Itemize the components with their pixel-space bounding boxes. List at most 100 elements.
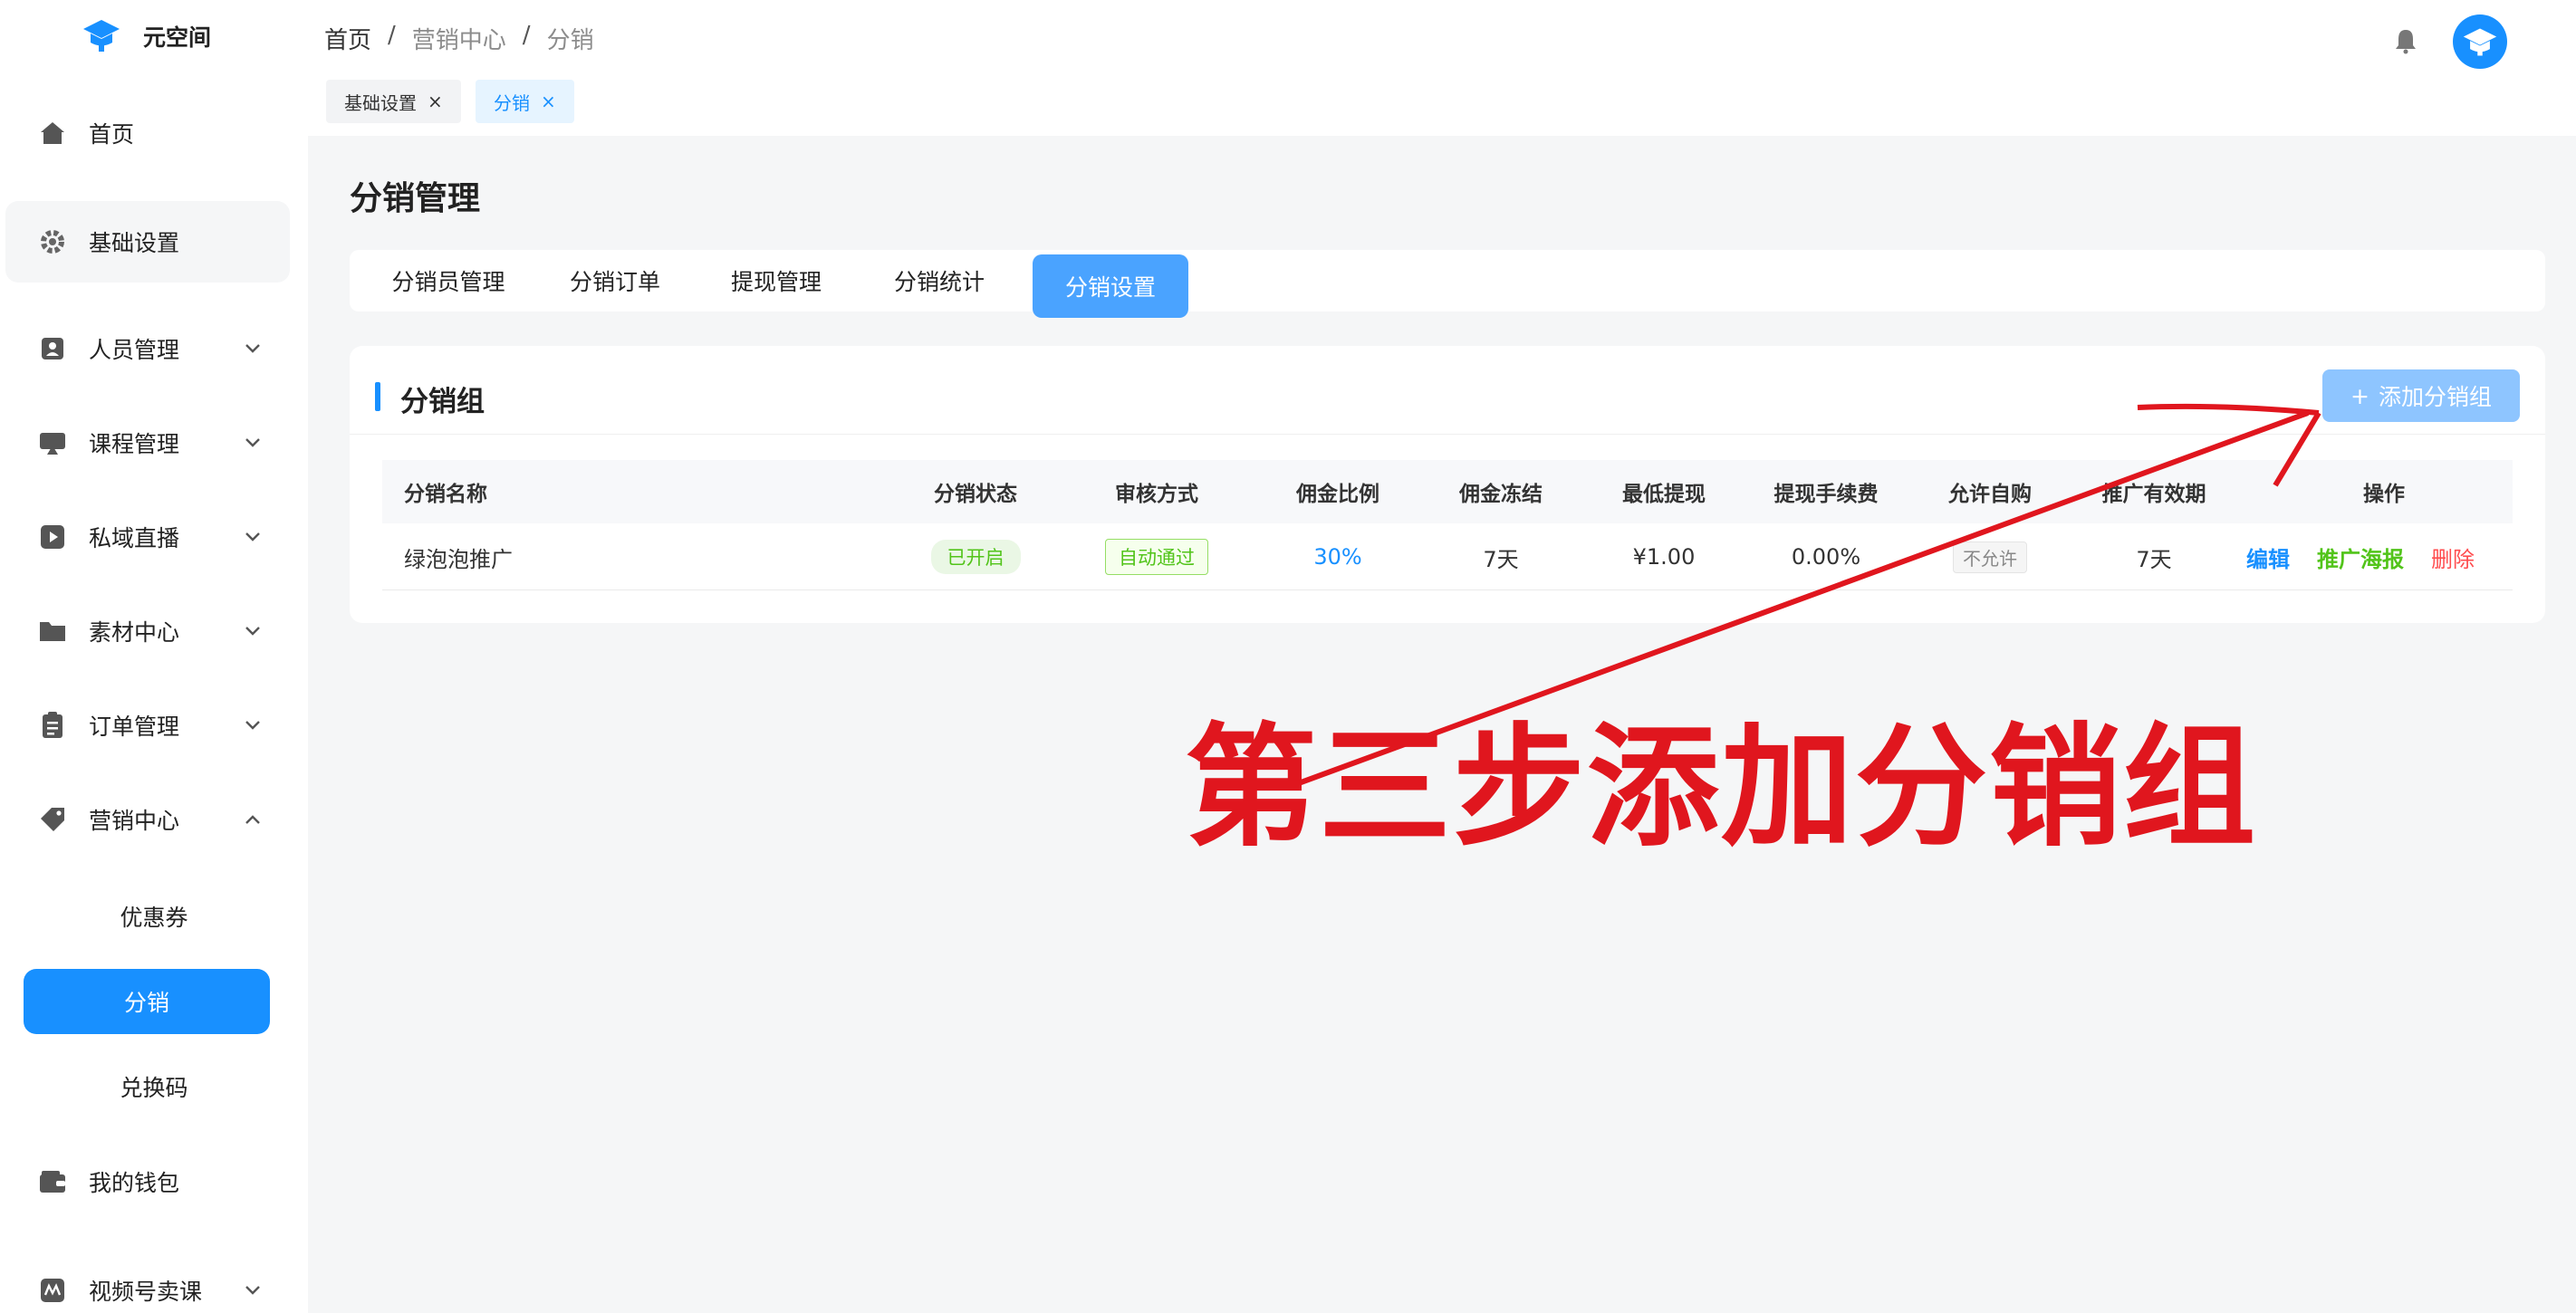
annotation-text: 第三步添加分销组 bbox=[1185, 711, 2257, 865]
sidebar-subitem-distribution[interactable]: 分销 bbox=[24, 969, 270, 1034]
cell-min-withdraw: ¥1.00 bbox=[1632, 544, 1696, 570]
chevron-down-icon bbox=[243, 621, 263, 641]
sidebar-item-label: 视频号卖课 bbox=[89, 1279, 203, 1305]
avatar[interactable] bbox=[2453, 14, 2507, 69]
wallet-icon bbox=[36, 1165, 69, 1198]
table-row: 绿泡泡推广 已开启 自动通过 30% 7天 ¥1.00 0.00% 不允许 7天… bbox=[382, 523, 2513, 590]
title-accent-bar bbox=[375, 382, 380, 411]
col-fee: 提现手续费 bbox=[1773, 483, 1879, 506]
cell-commission: 30% bbox=[1313, 544, 1362, 570]
gear-icon bbox=[36, 225, 69, 258]
clipboard-icon bbox=[36, 709, 69, 742]
sidebar: 元空间 首页 基础设置 人员管理 课程管理 私域直播 素材中心 订单管理 营销中… bbox=[0, 0, 308, 1313]
tab-tag-basic-settings[interactable]: 基础设置 × bbox=[326, 80, 461, 123]
person-icon bbox=[36, 332, 69, 365]
col-commission: 佣金比例 bbox=[1296, 483, 1379, 506]
sidebar-item-label: 基础设置 bbox=[89, 230, 180, 256]
page-title: 分销管理 bbox=[350, 180, 481, 217]
breadcrumb-current: 分销 bbox=[546, 27, 594, 54]
tag-label: 分销 bbox=[494, 91, 530, 114]
sidebar-item-label: 课程管理 bbox=[89, 431, 180, 457]
course-icon bbox=[36, 426, 69, 459]
sidebar-subitem-coupon[interactable]: 优惠券 bbox=[0, 884, 308, 949]
tag-label: 基础设置 bbox=[344, 91, 417, 114]
close-icon[interactable]: × bbox=[541, 91, 556, 112]
tab-distributors[interactable]: 分销员管理 bbox=[373, 250, 524, 311]
tab-withdrawals[interactable]: 提现管理 bbox=[717, 250, 835, 311]
tab-tag-distribution[interactable]: 分销 × bbox=[476, 80, 574, 123]
sidebar-item-basic-settings[interactable]: 基础设置 bbox=[5, 201, 290, 283]
breadcrumb: 首页 / 营销中心 / 分销 bbox=[324, 22, 594, 55]
poster-link[interactable]: 推广海报 bbox=[2317, 541, 2404, 573]
app-logo[interactable]: 元空间 bbox=[82, 14, 211, 58]
sidebar-item-materials[interactable]: 素材中心 bbox=[0, 590, 308, 672]
add-group-button[interactable]: + 添加分销组 bbox=[2322, 369, 2520, 422]
sidebar-item-label: 素材中心 bbox=[89, 619, 180, 646]
sidebar-item-label: 私域直播 bbox=[89, 525, 180, 551]
chevron-down-icon bbox=[243, 1280, 263, 1300]
col-status: 分销状态 bbox=[934, 483, 1017, 506]
sidebar-item-marketing[interactable]: 营销中心 bbox=[0, 779, 308, 860]
cell-self-buy: 不允许 bbox=[1922, 523, 2058, 590]
col-actions: 操作 bbox=[2363, 483, 2405, 506]
panel-title: 分销组 bbox=[400, 386, 485, 418]
breadcrumb-separator: / bbox=[388, 22, 396, 49]
breadcrumb-home[interactable]: 首页 bbox=[324, 22, 371, 55]
sidebar-item-wallet[interactable]: 我的钱包 bbox=[0, 1141, 308, 1222]
sidebar-item-people[interactable]: 人员管理 bbox=[0, 308, 308, 389]
breadcrumb-separator: / bbox=[522, 22, 531, 49]
video-icon bbox=[36, 1274, 69, 1307]
add-group-label: 添加分销组 bbox=[2378, 384, 2492, 410]
chevron-down-icon bbox=[243, 433, 263, 453]
col-freeze: 佣金冻结 bbox=[1459, 483, 1543, 506]
delete-link[interactable]: 删除 bbox=[2431, 541, 2475, 573]
bell-icon[interactable] bbox=[2393, 27, 2418, 58]
cell-freeze: 7天 bbox=[1483, 546, 1519, 572]
tab-bar: 分销员管理 分销订单 提现管理 分销统计 分销设置 bbox=[350, 250, 2545, 318]
cell-status: 已开启 bbox=[908, 523, 1043, 590]
app-name: 元空间 bbox=[143, 24, 212, 51]
chevron-down-icon bbox=[243, 527, 263, 547]
close-icon[interactable]: × bbox=[428, 91, 443, 112]
table-header: 分销名称 分销状态 审核方式 佣金比例 佣金冻结 最低提现 提现手续费 允许自购… bbox=[382, 460, 2513, 523]
cell-validity: 7天 bbox=[2136, 546, 2172, 572]
cell-review: 自动通过 bbox=[1089, 523, 1225, 590]
breadcrumb-marketing[interactable]: 营销中心 bbox=[412, 22, 506, 55]
sidebar-item-orders[interactable]: 订单管理 bbox=[0, 685, 308, 766]
chevron-down-icon bbox=[243, 715, 263, 735]
home-icon bbox=[36, 117, 69, 149]
sidebar-item-label: 订单管理 bbox=[89, 714, 180, 740]
edit-link[interactable]: 编辑 bbox=[2246, 541, 2290, 573]
chevron-down-icon bbox=[243, 339, 263, 359]
cell-actions: 编辑 推广海报 删除 bbox=[2246, 523, 2475, 590]
chevron-up-icon bbox=[243, 810, 263, 829]
col-validity: 推广有效期 bbox=[2101, 483, 2206, 506]
tab-statistics[interactable]: 分销统计 bbox=[880, 250, 998, 311]
distribution-group-panel: 分销组 + 添加分销组 分销名称 分销状态 审核方式 佣金比例 佣金冻结 最低提… bbox=[350, 346, 2545, 623]
review-badge: 自动通过 bbox=[1105, 539, 1208, 575]
sidebar-item-live[interactable]: 私域直播 bbox=[0, 496, 308, 578]
sidebar-item-label: 营销中心 bbox=[89, 808, 180, 834]
plus-icon: + bbox=[2350, 382, 2369, 409]
sidebar-item-label: 首页 bbox=[89, 121, 135, 148]
cell-fee: 0.00% bbox=[1791, 544, 1861, 570]
col-review: 审核方式 bbox=[1115, 483, 1198, 506]
status-badge: 已开启 bbox=[930, 540, 1021, 574]
graduation-cap-icon bbox=[82, 14, 121, 58]
panel-header: 分销组 + 添加分销组 bbox=[350, 346, 2545, 435]
sidebar-subitem-redeem-code[interactable]: 兑换码 bbox=[0, 1054, 308, 1119]
sidebar-item-label: 我的钱包 bbox=[89, 1170, 180, 1196]
play-icon bbox=[36, 521, 69, 553]
sidebar-item-label: 人员管理 bbox=[89, 337, 180, 363]
col-self-buy: 允许自购 bbox=[1948, 483, 2032, 506]
self-buy-badge: 不允许 bbox=[1953, 541, 2027, 573]
sidebar-item-home[interactable]: 首页 bbox=[0, 92, 308, 174]
sidebar-item-courses[interactable]: 课程管理 bbox=[0, 402, 308, 484]
tab-orders[interactable]: 分销订单 bbox=[556, 250, 674, 311]
col-min-withdraw: 最低提现 bbox=[1622, 483, 1706, 506]
cell-name: 绿泡泡推广 bbox=[404, 546, 513, 572]
tab-settings[interactable]: 分销设置 bbox=[1033, 254, 1188, 318]
sidebar-item-video-course[interactable]: 视频号卖课 bbox=[0, 1250, 308, 1313]
tag-icon bbox=[36, 803, 69, 836]
col-name: 分销名称 bbox=[404, 483, 487, 506]
